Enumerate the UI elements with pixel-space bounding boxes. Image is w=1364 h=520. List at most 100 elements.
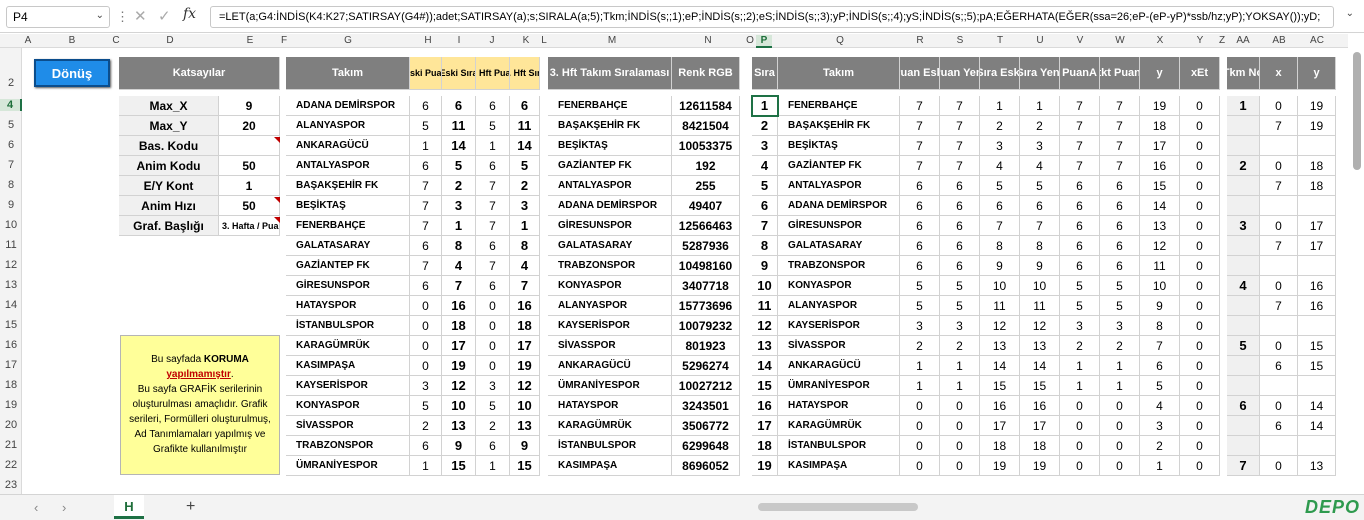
t4-team-no[interactable]: 2 xyxy=(1227,156,1260,176)
t3-value[interactable]: 6 xyxy=(940,176,980,196)
row-header[interactable]: 15 xyxy=(0,319,22,331)
t3-value[interactable]: 7 xyxy=(1060,156,1100,176)
add-sheet-icon[interactable]: + xyxy=(186,498,195,516)
t3-value[interactable]: 5 xyxy=(1140,376,1180,396)
column-header[interactable]: AC xyxy=(1309,35,1325,46)
t3-value[interactable]: 5 xyxy=(940,296,980,316)
t3-value[interactable]: 6 xyxy=(900,236,940,256)
t3-value[interactable]: 7 xyxy=(1060,116,1100,136)
t3-value[interactable]: 12 xyxy=(980,316,1020,336)
t3-value[interactable]: 7 xyxy=(900,116,940,136)
t4-team-no[interactable] xyxy=(1227,116,1260,136)
t3-value[interactable]: 9 xyxy=(980,256,1020,276)
t4-team-no[interactable] xyxy=(1227,436,1260,456)
t2-team[interactable]: İSTANBULSPOR xyxy=(548,436,672,456)
t3-value[interactable]: 15 xyxy=(1140,176,1180,196)
t3-team[interactable]: ANTALYASPOR xyxy=(778,176,900,196)
t3-value[interactable]: 17 xyxy=(1140,136,1180,156)
comment-indicator[interactable] xyxy=(274,137,280,143)
t3-value[interactable]: 2 xyxy=(940,336,980,356)
t4-value[interactable]: 7 xyxy=(1260,176,1298,196)
t1-value[interactable]: 3 xyxy=(442,196,476,216)
t3-value[interactable]: 6 xyxy=(940,196,980,216)
t3-value[interactable]: 7 xyxy=(1100,96,1140,116)
row-header[interactable]: 8 xyxy=(0,179,22,191)
formula-input[interactable]: =LET(a;G4:İNDİS(K4:K27;SATIRSAY(G4#));ad… xyxy=(210,6,1334,28)
t2-team[interactable]: GALATASARAY xyxy=(548,236,672,256)
t3-value[interactable]: 6 xyxy=(1100,256,1140,276)
row-header[interactable]: 19 xyxy=(0,399,22,411)
t3-value[interactable]: 7 xyxy=(1100,116,1140,136)
t1-value[interactable]: 7 xyxy=(410,196,442,216)
t1-value[interactable]: 6 xyxy=(476,96,510,116)
t3-value[interactable]: 7 xyxy=(900,96,940,116)
t4-value[interactable]: 0 xyxy=(1260,396,1298,416)
row-header[interactable]: 9 xyxy=(0,199,22,211)
column-header[interactable]: T xyxy=(992,35,1008,46)
t1-value[interactable]: 7 xyxy=(476,176,510,196)
katsayi-value[interactable]: 50 xyxy=(219,196,280,216)
t4-value[interactable]: 0 xyxy=(1260,156,1298,176)
cancel-icon[interactable]: ✕ xyxy=(134,7,147,25)
t1-value[interactable]: 13 xyxy=(510,416,540,436)
t4-value[interactable] xyxy=(1260,136,1298,156)
t3-value[interactable]: 3 xyxy=(900,316,940,336)
t2-rgb[interactable]: 15773696 xyxy=(672,296,740,316)
t2-rgb[interactable]: 3243501 xyxy=(672,396,740,416)
t3-value[interactable]: 6 xyxy=(940,236,980,256)
t4-team-no[interactable] xyxy=(1227,416,1260,436)
t3-value[interactable]: 0 xyxy=(1060,456,1100,476)
column-header[interactable]: X xyxy=(1152,35,1168,46)
t4-value[interactable]: 14 xyxy=(1298,396,1336,416)
row-header[interactable]: 13 xyxy=(0,279,22,291)
t1-value[interactable]: 3 xyxy=(510,196,540,216)
t4-team-no[interactable] xyxy=(1227,176,1260,196)
t4-team-no[interactable] xyxy=(1227,296,1260,316)
t1-value[interactable]: 5 xyxy=(442,156,476,176)
t3-value[interactable]: 0 xyxy=(940,436,980,456)
t3-team[interactable]: BEŞİKTAŞ xyxy=(778,136,900,156)
t1-value[interactable]: 4 xyxy=(510,256,540,276)
t1-value[interactable]: 8 xyxy=(510,236,540,256)
t3-value[interactable]: 10 xyxy=(1020,276,1060,296)
t1-value[interactable]: 4 xyxy=(442,256,476,276)
t1-value[interactable]: 11 xyxy=(510,116,540,136)
t1-value[interactable]: 7 xyxy=(476,216,510,236)
t2-team[interactable]: KAYSERİSPOR xyxy=(548,316,672,336)
t3-team[interactable]: FENERBAHÇE xyxy=(778,96,900,116)
t3-value[interactable]: 5 xyxy=(1060,276,1100,296)
t3-value[interactable]: 0 xyxy=(1180,416,1220,436)
t3-value[interactable]: 1 xyxy=(900,356,940,376)
t3-value[interactable]: 9 xyxy=(752,256,778,276)
t3-value[interactable]: 14 xyxy=(980,356,1020,376)
t4-value[interactable]: 16 xyxy=(1298,296,1336,316)
row-header[interactable]: 17 xyxy=(0,359,22,371)
t4-value[interactable] xyxy=(1298,376,1336,396)
t2-rgb[interactable]: 5296274 xyxy=(672,356,740,376)
t1-team[interactable]: HATAYSPOR xyxy=(286,296,410,316)
t1-value[interactable]: 1 xyxy=(442,216,476,236)
t3-value[interactable]: 0 xyxy=(1180,236,1220,256)
t3-value[interactable]: 6 xyxy=(752,196,778,216)
t3-value[interactable]: 0 xyxy=(1180,196,1220,216)
t2-team[interactable]: KASIMPAŞA xyxy=(548,456,672,476)
t2-rgb[interactable]: 49407 xyxy=(672,196,740,216)
t4-value[interactable]: 15 xyxy=(1298,336,1336,356)
t3-value[interactable]: 10 xyxy=(1140,276,1180,296)
t1-value[interactable]: 18 xyxy=(510,316,540,336)
row-header[interactable]: 22 xyxy=(0,459,22,471)
t4-team-no[interactable] xyxy=(1227,196,1260,216)
column-header[interactable]: S xyxy=(952,35,968,46)
t3-value[interactable]: 7 xyxy=(1020,216,1060,236)
t3-value[interactable]: 5 xyxy=(940,276,980,296)
row-header[interactable]: 12 xyxy=(0,259,22,271)
t2-team[interactable]: TRABZONSPOR xyxy=(548,256,672,276)
t3-value[interactable]: 3 xyxy=(1140,416,1180,436)
column-header[interactable]: M xyxy=(604,35,620,46)
t1-team[interactable]: ANKARAGÜCÜ xyxy=(286,136,410,156)
row-header[interactable]: 4 xyxy=(0,99,22,111)
t1-value[interactable]: 1 xyxy=(510,216,540,236)
t1-value[interactable]: 17 xyxy=(442,336,476,356)
t3-value[interactable]: 12 xyxy=(1140,236,1180,256)
t3-value[interactable]: 18 xyxy=(1020,436,1060,456)
